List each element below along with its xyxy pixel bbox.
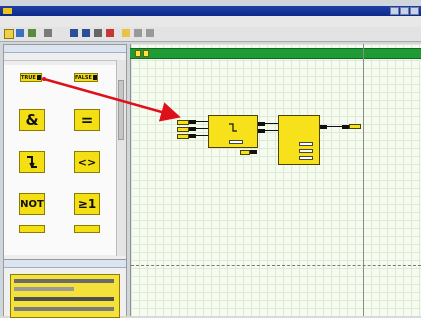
- app-window: TRUE FALSE & = <> NOT ≥1: [0, 0, 421, 318]
- drag-arrow-icon: [42, 77, 181, 122]
